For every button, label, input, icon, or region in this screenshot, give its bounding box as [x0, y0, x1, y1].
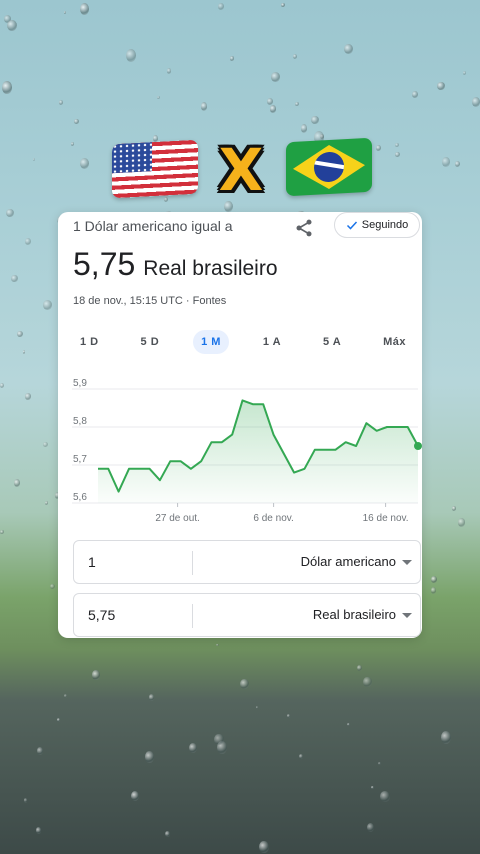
current-point — [414, 442, 422, 450]
exchange-rate: 5,75 Real brasileiro — [73, 246, 278, 283]
follow-button[interactable]: Seguindo — [334, 212, 420, 238]
share-icon[interactable] — [294, 218, 314, 238]
exchange-rate-chart: 5,9 5,8 5,7 5,6 27 de out. 6 de nov. 16 de nov… — [72, 378, 422, 524]
brazil-flag-icon — [286, 137, 372, 197]
y-tick-label: 5,7 — [73, 454, 87, 465]
from-currency-select[interactable]: Dólar americano — [301, 541, 412, 583]
to-currency-label: Real brasileiro — [312, 607, 396, 622]
check-icon — [346, 221, 357, 230]
conversion-header-label: 1 Dólar americano igual a — [73, 218, 233, 234]
rate-value: 5,75 — [73, 246, 136, 282]
y-tick-label: 5,9 — [73, 378, 87, 389]
tab-1a[interactable]: 1 A — [255, 330, 289, 354]
x-tick-label: 6 de nov. — [253, 513, 293, 524]
timestamp-sources: 18 de nov., 15:15 UTC · Fontes — [73, 295, 227, 307]
rate-unit: Real brasileiro — [143, 257, 278, 280]
chevron-down-icon — [402, 612, 412, 618]
series-area — [98, 400, 418, 503]
tab-1d[interactable]: 1 D — [72, 330, 107, 354]
to-amount-input[interactable]: 5,75 — [88, 594, 115, 636]
versus-mark: X — [218, 136, 264, 204]
tab-1m[interactable]: 1 M — [193, 330, 229, 354]
divider — [192, 604, 193, 628]
from-amount-input[interactable]: 1 — [88, 541, 96, 583]
x-tick-label: 27 de out. — [155, 513, 199, 524]
to-currency-select[interactable]: Real brasileiro — [313, 594, 412, 636]
tab-5d[interactable]: 5 D — [133, 330, 168, 354]
x-tick-label: 16 de nov. — [363, 513, 409, 524]
from-currency-row: 1 Dólar americano — [73, 540, 421, 584]
from-currency-label: Dólar americano — [300, 554, 396, 569]
tab-max[interactable]: Máx — [375, 330, 414, 354]
divider — [192, 551, 193, 575]
range-tabs: 1 D 5 D 1 M 1 A 5 A Máx — [72, 330, 414, 354]
chevron-down-icon — [402, 559, 412, 565]
us-flag-icon — [112, 139, 198, 199]
y-tick-label: 5,6 — [73, 492, 87, 503]
tab-5a[interactable]: 5 A — [315, 330, 349, 354]
y-tick-label: 5,8 — [73, 416, 87, 427]
currency-converter-card: 1 Dólar americano igual a Seguindo 5,75 … — [58, 212, 422, 638]
follow-button-label: Seguindo — [361, 219, 409, 231]
to-currency-row: 5,75 Real brasileiro — [73, 593, 421, 637]
currency-flags-banner: X — [0, 134, 480, 204]
